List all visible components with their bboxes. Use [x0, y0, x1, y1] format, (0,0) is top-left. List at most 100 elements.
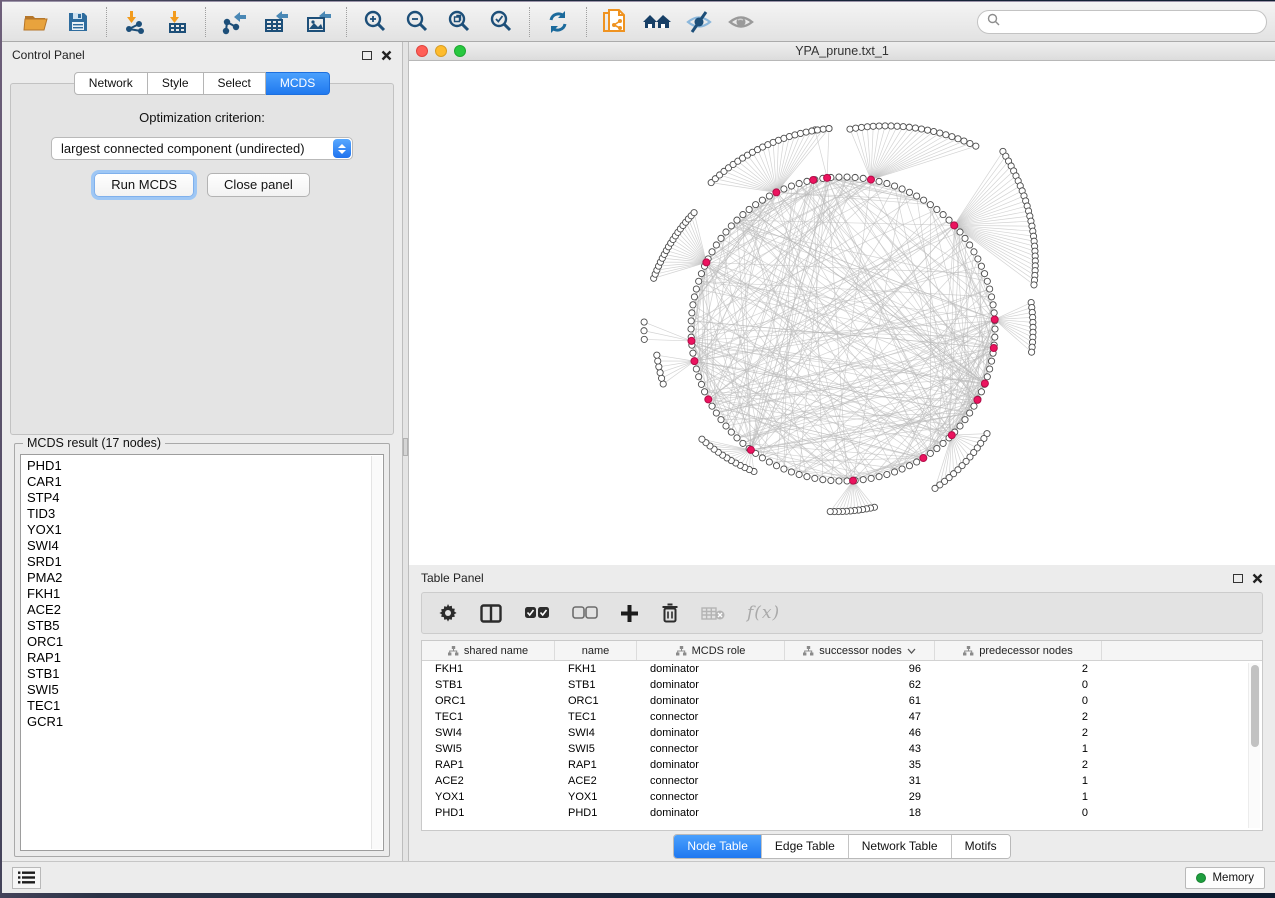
tab-motifs[interactable]: Motifs — [952, 835, 1010, 858]
node-table[interactable]: shared name nameMCDS rolesuccessor nodesp… — [421, 640, 1263, 831]
search-input[interactable] — [1005, 15, 1257, 29]
column-header-shared-name[interactable]: shared name — [422, 641, 555, 660]
import-table-button[interactable] — [159, 6, 195, 38]
zoom-in-button[interactable] — [357, 6, 393, 38]
mcds-list-scrollbar[interactable] — [371, 456, 382, 849]
table-scrollbar[interactable] — [1248, 663, 1260, 828]
table-cell: SWI5 — [555, 743, 637, 755]
export-network-button[interactable] — [216, 6, 252, 38]
table-cell: 0 — [935, 695, 1102, 707]
column-header-label: shared name — [464, 645, 528, 657]
close-table-panel-icon[interactable] — [1252, 573, 1263, 584]
select-all-checked-icon[interactable] — [524, 606, 550, 620]
deselect-all-icon[interactable] — [572, 606, 598, 620]
mcds-result-item[interactable]: CAR1 — [27, 474, 383, 490]
table-cell: 0 — [935, 807, 1102, 819]
eye-slash-icon — [684, 10, 714, 34]
open-file-button[interactable] — [18, 6, 54, 38]
export-image-icon — [304, 9, 332, 35]
show-all-button[interactable] — [723, 6, 759, 38]
memory-button[interactable]: Memory — [1185, 867, 1265, 889]
tab-network[interactable]: Network — [74, 72, 148, 95]
export-table-button[interactable] — [258, 6, 294, 38]
table-cell: RAP1 — [422, 759, 555, 771]
close-panel-button[interactable]: Close panel — [207, 173, 310, 197]
tab-mcds[interactable]: MCDS — [266, 72, 330, 95]
mcds-result-item[interactable]: STB1 — [27, 666, 383, 682]
float-panel-icon[interactable] — [362, 51, 372, 60]
table-row[interactable]: TEC1TEC1connector472 — [422, 709, 1262, 725]
toolbar-separator — [205, 7, 206, 37]
table-cell: connector — [637, 791, 785, 803]
tab-edge-table[interactable]: Edge Table — [762, 835, 849, 858]
tab-select[interactable]: Select — [204, 72, 266, 95]
mcds-result-item[interactable]: STP4 — [27, 490, 383, 506]
column-header-MCDS-role[interactable]: MCDS role — [637, 641, 785, 660]
table-row[interactable]: STB1STB1dominator620 — [422, 677, 1262, 693]
mcds-result-list[interactable]: PHD1CAR1STP4TID3YOX1SWI4SRD1PMA2FKH1ACE2… — [20, 454, 384, 851]
zoom-selected-button[interactable] — [483, 6, 519, 38]
table-cell: FKH1 — [422, 663, 555, 675]
table-scrollbar-thumb[interactable] — [1251, 665, 1259, 747]
mcds-result-item[interactable]: SWI5 — [27, 682, 383, 698]
mcds-result-item[interactable]: RAP1 — [27, 650, 383, 666]
mcds-result-item[interactable]: YOX1 — [27, 522, 383, 538]
mcds-result-item[interactable]: TID3 — [27, 506, 383, 522]
close-panel-icon[interactable] — [381, 50, 392, 61]
import-network-button[interactable] — [117, 6, 153, 38]
vertical-splitter[interactable] — [402, 42, 409, 861]
table-row[interactable]: ORC1ORC1dominator610 — [422, 693, 1262, 709]
float-table-panel-icon[interactable] — [1233, 574, 1243, 583]
tab-style[interactable]: Style — [148, 72, 204, 95]
mcds-result-item[interactable]: FKH1 — [27, 586, 383, 602]
first-neighbors-button[interactable] — [639, 6, 675, 38]
houses-icon — [642, 10, 672, 34]
network-window-titlebar[interactable]: YPA_prune.txt_1 — [409, 42, 1275, 61]
optimization-criterion-dropdown[interactable]: largest connected component (undirected) — [51, 137, 353, 160]
column-header-successor-nodes[interactable]: successor nodes — [785, 641, 935, 660]
table-row[interactable]: RAP1RAP1dominator352 — [422, 757, 1262, 773]
table-cell: SWI5 — [422, 743, 555, 755]
mcds-result-item[interactable]: TEC1 — [27, 698, 383, 714]
mcds-result-item[interactable]: PHD1 — [27, 458, 383, 474]
import-table-icon — [164, 9, 190, 35]
splitter-handle[interactable] — [403, 438, 408, 456]
tab-node-table[interactable]: Node Table — [674, 835, 762, 858]
mcds-result-item[interactable]: PMA2 — [27, 570, 383, 586]
settings-gear-icon[interactable] — [438, 603, 458, 623]
zoom-out-button[interactable] — [399, 6, 435, 38]
mcds-result-item[interactable]: ACE2 — [27, 602, 383, 618]
run-mcds-button[interactable]: Run MCDS — [94, 173, 194, 197]
tab-network-table[interactable]: Network Table — [849, 835, 952, 858]
zoom-fit-button[interactable] — [441, 6, 477, 38]
mcds-result-item[interactable]: ORC1 — [27, 634, 383, 650]
column-header-predecessor-nodes[interactable]: predecessor nodes — [935, 641, 1102, 660]
table-row[interactable]: SWI5SWI5connector431 — [422, 741, 1262, 757]
network-canvas[interactable] — [409, 61, 1275, 565]
clone-network-button[interactable] — [597, 6, 633, 38]
mcds-result-item[interactable]: STB5 — [27, 618, 383, 634]
export-image-button[interactable] — [300, 6, 336, 38]
save-session-button[interactable] — [60, 6, 96, 38]
network-graph[interactable] — [409, 61, 1275, 560]
refresh-button[interactable] — [540, 6, 576, 38]
table-panel-tabs: Node TableEdge TableNetwork TableMotifs — [409, 831, 1275, 861]
mcds-result-item[interactable]: SRD1 — [27, 554, 383, 570]
table-row[interactable]: PHD1PHD1dominator180 — [422, 805, 1262, 821]
table-row[interactable]: SWI4SWI4dominator462 — [422, 725, 1262, 741]
table-row[interactable]: ACE2ACE2connector311 — [422, 773, 1262, 789]
table-row[interactable]: FKH1FKH1dominator962 — [422, 661, 1262, 677]
delete-column-trash-icon[interactable] — [661, 603, 679, 623]
hide-selected-button[interactable] — [681, 6, 717, 38]
panel-list-button[interactable] — [12, 867, 41, 889]
search-field[interactable] — [977, 10, 1267, 34]
column-layout-icon[interactable] — [480, 604, 502, 623]
export-table-icon — [262, 9, 290, 35]
open-folder-icon — [23, 11, 49, 33]
table-cell: 2 — [935, 727, 1102, 739]
column-header-name[interactable]: name — [555, 641, 637, 660]
table-row[interactable]: YOX1YOX1connector291 — [422, 789, 1262, 805]
mcds-result-item[interactable]: GCR1 — [27, 714, 383, 730]
mcds-result-item[interactable]: SWI4 — [27, 538, 383, 554]
add-column-icon[interactable] — [620, 604, 639, 623]
